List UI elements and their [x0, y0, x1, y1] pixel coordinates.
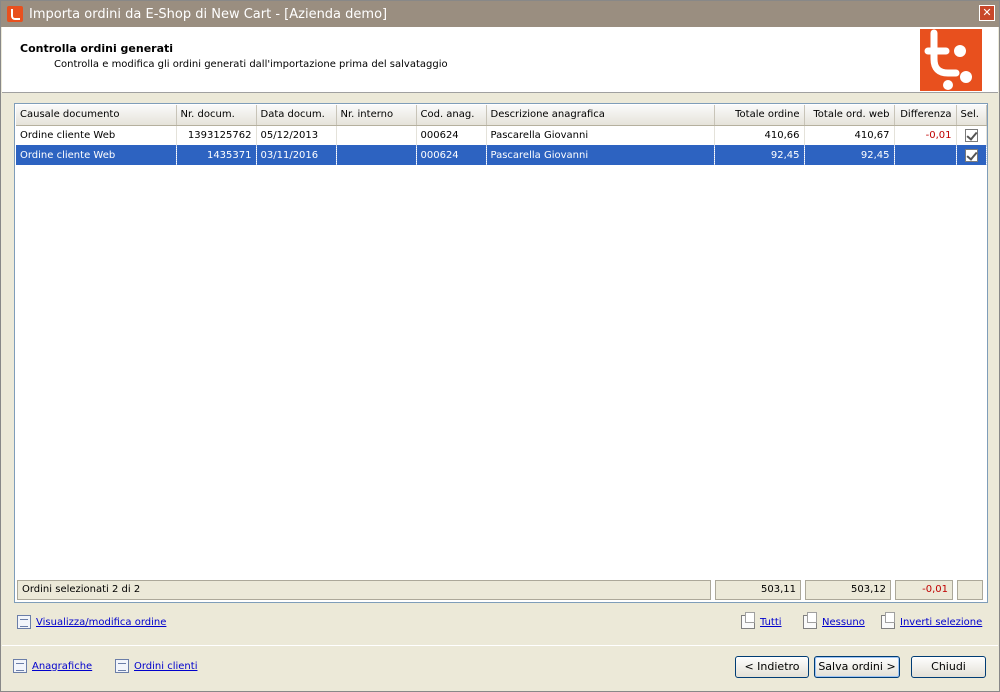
column-header[interactable]: Cod. anag.	[416, 105, 487, 126]
save-orders-button[interactable]: Salva ordini >	[814, 656, 900, 678]
cell-totale-ordine: 92,45	[714, 145, 805, 165]
registry-link[interactable]: Anagrafiche	[13, 659, 92, 673]
select-all-label: Tutti	[760, 616, 782, 628]
column-header[interactable]: Data docum.	[256, 105, 337, 126]
step-title: Controlla ordini generati	[20, 42, 174, 55]
invert-selection-link[interactable]: Inverti selezione	[881, 612, 983, 629]
brand-logo	[920, 29, 982, 91]
column-header[interactable]: Nr. docum.	[176, 105, 257, 126]
cell-nr-docum: 1393125762	[176, 125, 257, 145]
grid-footer: Ordini selezionati 2 di 2 503,11 503,12 …	[17, 580, 985, 600]
table-row[interactable]: Ordine cliente Web 1435371 03/11/2016 00…	[16, 145, 987, 165]
client-orders-link[interactable]: Ordini clienti	[115, 659, 197, 673]
footer-differenza: -0,01	[895, 580, 953, 600]
cell-cod-anag: 000624	[416, 125, 487, 145]
cell-selected	[956, 125, 987, 145]
import-orders-window: Importa ordini da E-Shop di New Cart - […	[0, 0, 1000, 692]
invert-selection-icon	[881, 612, 895, 629]
brand-logo-mark-icon	[924, 29, 972, 90]
cell-differenza: -0,01	[894, 125, 957, 145]
view-edit-order-link[interactable]: Visualizza/modifica ordine	[17, 615, 166, 629]
select-row-checkbox[interactable]	[964, 128, 978, 142]
cell-descrizione: Pascarella Giovanni	[486, 145, 715, 165]
title-bar[interactable]: Importa ordini da E-Shop di New Cart - […	[1, 1, 999, 27]
cell-causale: Ordine cliente Web	[16, 145, 177, 165]
cell-nr-docum: 1435371	[176, 145, 257, 165]
select-none-label: Nessuno	[822, 616, 865, 628]
select-row-checkbox[interactable]	[964, 148, 978, 162]
select-all-link[interactable]: Tutti	[741, 612, 782, 629]
cell-selected	[956, 145, 987, 165]
select-none-icon	[803, 612, 817, 629]
table-row[interactable]: Ordine cliente Web 1393125762 05/12/2013…	[16, 125, 987, 145]
footer-totale-ordine: 503,11	[715, 580, 801, 600]
back-button[interactable]: < Indietro	[735, 656, 809, 678]
cell-totale-web: 410,67	[804, 125, 895, 145]
column-header[interactable]: Descrizione anagrafica	[486, 105, 715, 126]
column-header[interactable]: Totale ordine	[714, 105, 805, 126]
cell-cod-anag: 000624	[416, 145, 487, 165]
column-header[interactable]: Totale ord. web	[804, 105, 895, 126]
close-button[interactable]: Chiudi	[911, 656, 986, 678]
cell-totale-ordine: 410,66	[714, 125, 805, 145]
selection-summary: Ordini selezionati 2 di 2	[17, 580, 711, 600]
view-edit-order-label: Visualizza/modifica ordine	[36, 616, 167, 628]
cell-causale: Ordine cliente Web	[16, 125, 177, 145]
cell-nr-interno	[336, 145, 417, 165]
column-header[interactable]: Differenza	[894, 105, 957, 126]
cell-totale-web: 92,45	[804, 145, 895, 165]
step-subtitle: Controlla e modifica gli ordini generati…	[54, 59, 448, 70]
column-header[interactable]: Causale documento	[16, 105, 177, 126]
select-none-link[interactable]: Nessuno	[803, 612, 865, 629]
invert-selection-label: Inverti selezione	[900, 616, 983, 628]
footer-totale-web: 503,12	[805, 580, 891, 600]
footer-sel	[957, 580, 983, 600]
close-window-button[interactable]: ✕	[979, 5, 995, 21]
window-title: Importa ordini da E-Shop di New Cart - […	[29, 6, 388, 22]
client-orders-icon	[115, 659, 129, 673]
cell-data-docum: 05/12/2013	[256, 125, 337, 145]
registry-label: Anagrafiche	[32, 660, 93, 672]
grid-header-row: Causale documento Nr. docum. Data docum.…	[16, 105, 987, 126]
column-header[interactable]: Nr. interno	[336, 105, 417, 126]
orders-grid[interactable]: Causale documento Nr. docum. Data docum.…	[14, 103, 988, 603]
app-logo-icon	[7, 6, 23, 22]
client-orders-label: Ordini clienti	[134, 660, 198, 672]
cell-differenza	[894, 145, 957, 165]
document-icon	[17, 615, 31, 629]
cell-data-docum: 03/11/2016	[256, 145, 337, 165]
select-all-icon	[741, 612, 755, 629]
cell-nr-interno	[336, 125, 417, 145]
footer-divider	[2, 645, 998, 646]
registry-card-icon	[13, 659, 27, 673]
wizard-header: Controlla ordini generati Controlla e mo…	[2, 27, 998, 93]
cell-descrizione: Pascarella Giovanni	[486, 125, 715, 145]
column-header[interactable]: Sel.	[956, 105, 987, 126]
